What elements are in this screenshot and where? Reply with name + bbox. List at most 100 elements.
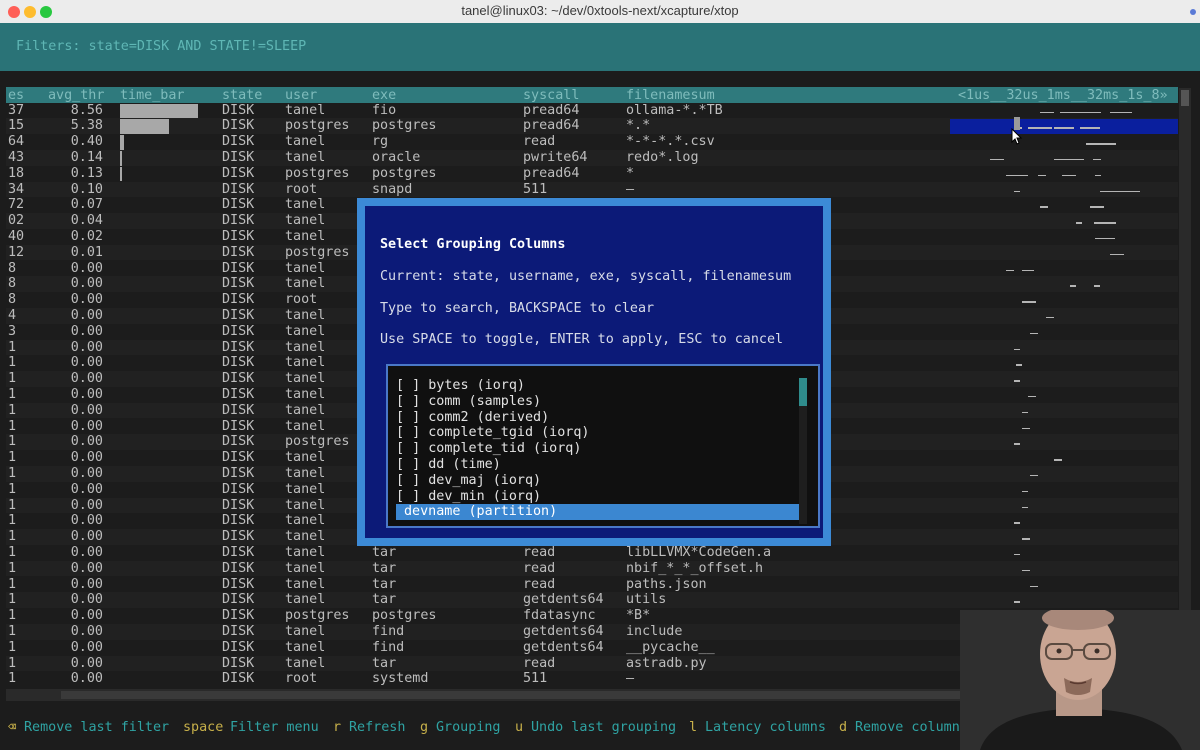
cell-state: DISK <box>222 260 255 276</box>
latency-tick <box>1110 111 1132 113</box>
cell-state: DISK <box>222 560 255 576</box>
latency-tick <box>1006 174 1028 177</box>
footer-label-remove-filter[interactable]: Remove last filter <box>24 720 169 735</box>
latency-tick <box>1040 111 1054 113</box>
grouping-option[interactable]: [ ] comm (samples) <box>396 394 541 410</box>
cell-es: 8 <box>8 260 17 276</box>
footer-key-u[interactable]: u <box>515 720 523 735</box>
cell-user: tanel <box>285 529 326 545</box>
cell-syscall: read <box>523 576 556 592</box>
footer-label-filter-menu[interactable]: Filter menu <box>230 720 319 735</box>
footer-key-backspace[interactable]: ⌫ <box>8 720 16 735</box>
cell-user: root <box>285 671 318 687</box>
latency-tick <box>1094 285 1100 287</box>
latency-tick <box>1022 301 1036 303</box>
cell-user: tanel <box>285 228 326 244</box>
cell-state: DISK <box>222 434 255 450</box>
grouping-option[interactable]: [ ] comm2 (derived) <box>396 410 549 426</box>
table-row[interactable] <box>6 166 1178 182</box>
col-header-syscall[interactable]: syscall <box>523 88 579 103</box>
footer-label-remove-column[interactable]: Remove column <box>855 720 960 735</box>
cell-es: 64 <box>8 134 25 150</box>
cell-es: 1 <box>8 465 17 481</box>
cell-user: tanel <box>285 465 326 481</box>
footer-label-grouping[interactable]: Grouping <box>436 720 501 735</box>
grouping-option[interactable]: [ ] bytes (iorq) <box>396 378 525 394</box>
table-row[interactable] <box>6 181 1178 198</box>
footer-label-latency-columns[interactable]: Latency columns <box>705 720 826 735</box>
table-row[interactable] <box>6 149 1178 166</box>
cell-avg_thr: 0.14 <box>70 149 103 165</box>
grouping-option[interactable]: [ ] dd (time) <box>396 457 501 473</box>
cell-avg_thr: 0.00 <box>70 323 103 339</box>
footer-key-r[interactable]: r <box>333 720 341 735</box>
footer-key-l[interactable]: l <box>689 720 697 735</box>
cell-filenamesum: *B* <box>626 608 651 624</box>
grouping-columns-list[interactable]: [ ] bytes (iorq)[ ] comm (samples)[ ] co… <box>386 364 820 528</box>
col-header-user[interactable]: user <box>285 88 317 103</box>
cell-state: DISK <box>222 339 255 355</box>
col-header-exe[interactable]: exe <box>372 88 396 103</box>
col-header-es[interactable]: es <box>8 88 24 103</box>
latency-tick <box>1054 127 1074 129</box>
cell-avg_thr: 0.10 <box>70 181 103 197</box>
cell-filenamesum: ollama-*.*TB <box>626 102 723 118</box>
col-header-latency[interactable]: <1us__32us_1ms__32ms_1s_8» <box>958 88 1168 103</box>
cell-state: DISK <box>222 134 255 150</box>
latency-tick <box>1094 222 1116 224</box>
col-header-filenamesum[interactable]: filenamesum <box>626 88 715 103</box>
cell-es: 1 <box>8 529 17 545</box>
cell-es: 37 <box>8 102 25 118</box>
cell-state: DISK <box>222 418 255 434</box>
cell-user: tanel <box>285 418 326 434</box>
table-row[interactable] <box>6 134 1178 150</box>
cell-filenamesum: * <box>626 165 635 181</box>
col-header-avg-thr[interactable]: avg_thr <box>48 88 104 103</box>
cell-avg_thr: 0.13 <box>70 165 103 181</box>
footer-key-g[interactable]: g <box>420 720 428 735</box>
cell-avg_thr: 0.00 <box>70 481 103 497</box>
cell-state: DISK <box>222 497 255 513</box>
cell-es: 1 <box>8 418 17 434</box>
cell-user: tanel <box>285 497 326 513</box>
grouping-option[interactable]: [ ] dev_min (iorq) <box>396 489 541 505</box>
grouping-option[interactable]: [ ] complete_tgid (iorq) <box>396 425 589 441</box>
cell-avg_thr: 0.00 <box>70 276 103 292</box>
cell-exe: postgres <box>372 165 437 181</box>
table-row[interactable] <box>6 560 1178 577</box>
window-titlebar: tanel@linux03: ~/dev/0xtools-next/xcaptu… <box>0 0 1200 24</box>
cell-user: postgres <box>285 165 350 181</box>
cell-exe: find <box>372 623 405 639</box>
grouping-dialog: Select Grouping Columns Current: state, … <box>357 198 831 546</box>
cell-syscall: pread64 <box>523 102 580 118</box>
col-header-time-bar[interactable]: time_bar <box>120 88 185 103</box>
footer-label-refresh[interactable]: Refresh <box>349 720 405 735</box>
footer-key-space[interactable]: space <box>183 720 223 735</box>
latency-tick <box>1030 332 1038 335</box>
cell-exe: rg <box>372 134 389 150</box>
cell-es: 8 <box>8 276 17 292</box>
grouping-option[interactable]: devname (partition) <box>396 504 799 521</box>
cell-es: 02 <box>8 213 25 229</box>
latency-tick <box>990 158 1004 161</box>
table-row[interactable] <box>6 545 1178 561</box>
table-row[interactable] <box>6 577 1178 593</box>
cell-state: DISK <box>222 639 255 655</box>
cell-state: DISK <box>222 371 255 387</box>
cell-es: 1 <box>8 576 17 592</box>
cell-filenamesum: redo*.log <box>626 149 699 165</box>
list-scrollbar[interactable] <box>799 378 807 524</box>
grouping-option[interactable]: [ ] complete_tid (iorq) <box>396 441 581 457</box>
cell-filenamesum: *-*-*.*.csv <box>626 134 715 150</box>
cell-syscall: getdents64 <box>523 623 604 639</box>
cell-avg_thr: 0.01 <box>70 244 103 260</box>
cell-avg_thr: 0.00 <box>70 608 103 624</box>
cell-state: DISK <box>222 323 255 339</box>
latency-tick <box>1090 206 1104 208</box>
grouping-option[interactable]: [ ] dev_maj (iorq) <box>396 473 541 489</box>
latency-tick <box>1014 380 1020 382</box>
vertical-scrollbar[interactable] <box>1179 88 1191 688</box>
footer-label-undo-grouping[interactable]: Undo last grouping <box>531 720 676 735</box>
footer-key-d[interactable]: d <box>839 720 847 735</box>
col-header-state[interactable]: state <box>222 88 262 103</box>
